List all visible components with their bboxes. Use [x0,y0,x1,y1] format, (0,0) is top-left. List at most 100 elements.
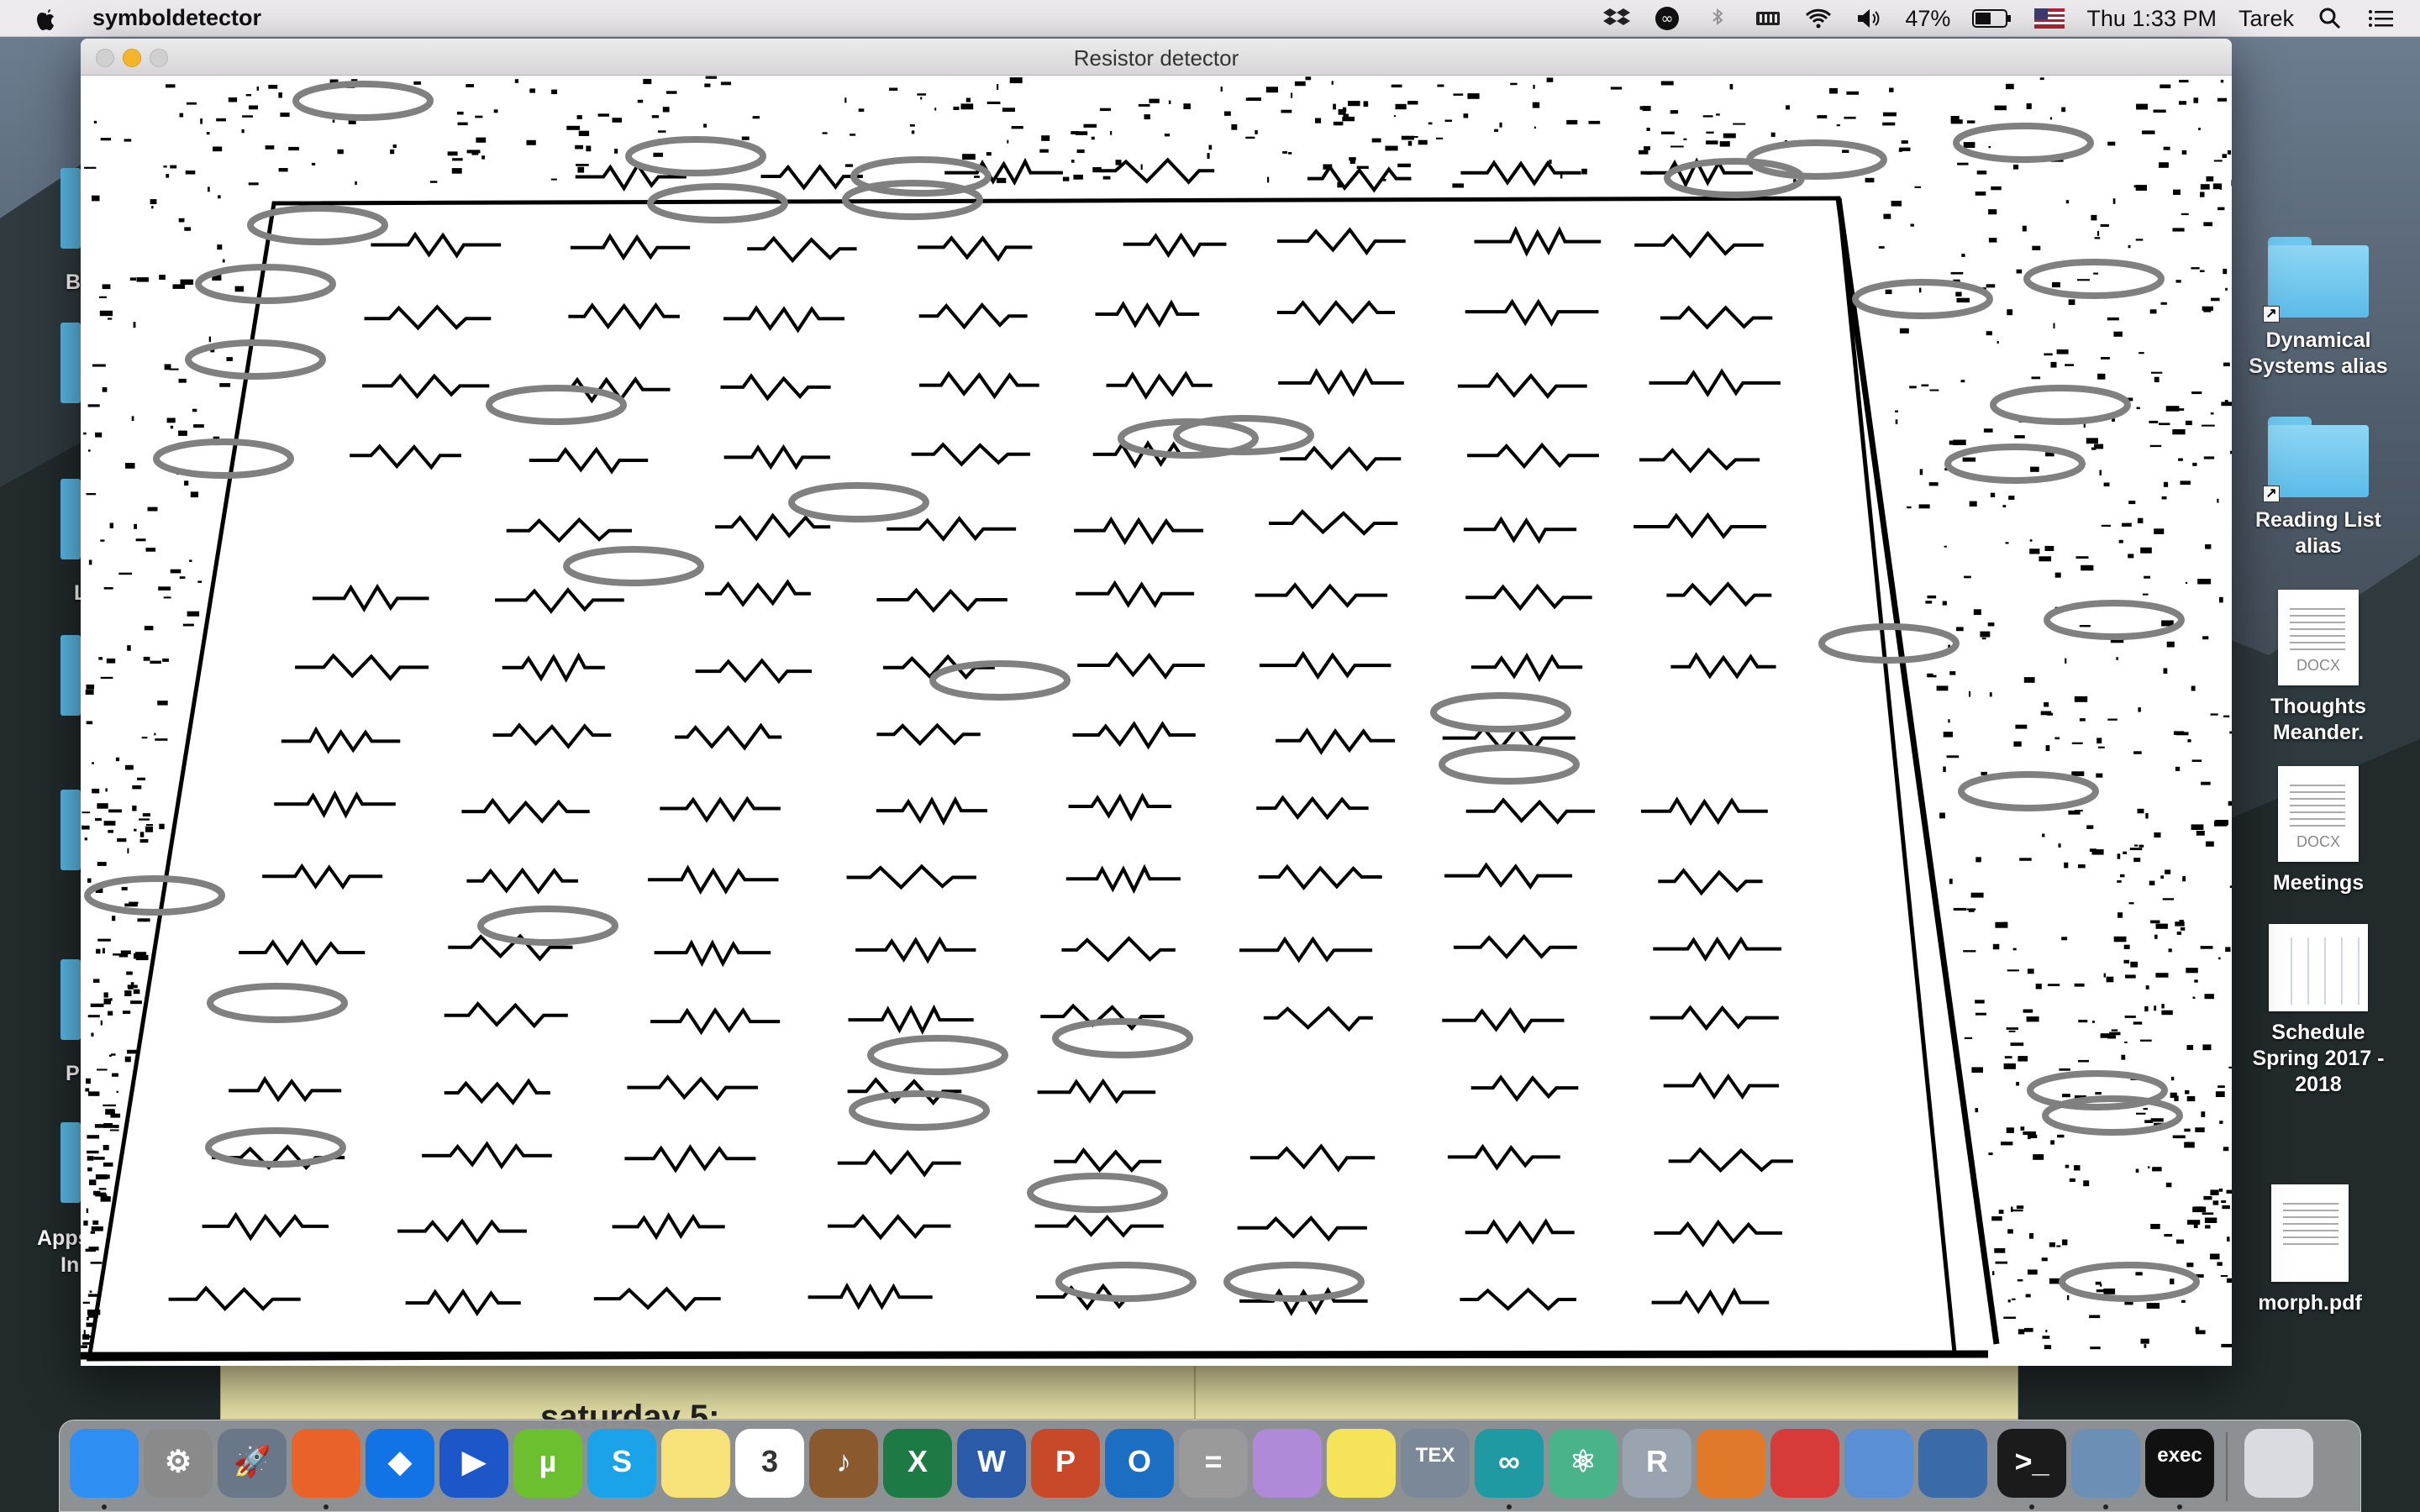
noise-speck [2118,539,2123,543]
powerpoint-icon[interactable]: P [1031,1429,1100,1498]
garageband-icon[interactable]: ♪ [809,1429,878,1498]
matlab-icon[interactable] [1697,1429,1765,1498]
arduino-icon[interactable]: ∞ [1475,1429,1544,1498]
noise-speck [2124,1041,2128,1043]
desktop-item-thoughts[interactable]: DOCX Thoughts Meander. [2238,590,2398,746]
volume-icon[interactable] [1854,6,1883,31]
calendar-icon[interactable]: 3 [735,1429,804,1498]
wifi-icon[interactable] [1804,6,1833,31]
memory-status-icon[interactable] [1754,6,1782,31]
finder-icon[interactable] [70,1429,139,1498]
noise-speck [2004,1056,2012,1059]
noise-speck [2217,207,2225,211]
noise-speck [100,138,112,141]
noise-speck [1946,755,1960,759]
resistor-symbol [1276,300,1396,327]
noise-speck [85,1248,96,1252]
dock-glyph: 🚀 [233,1444,271,1478]
youtube-icon[interactable]: ▶ [439,1429,508,1498]
resistor-detector-window[interactable]: Resistor detector [81,39,2232,1366]
notification-center-icon[interactable] [2366,6,2395,31]
resistor-symbol [1123,232,1227,259]
noise-speck [170,425,174,429]
notes-icon[interactable] [661,1429,730,1498]
partial-folder-icon[interactable] [60,323,81,403]
preview-icon[interactable] [1844,1429,1913,1498]
noise-speck [217,244,223,250]
desktop-item-meetings[interactable]: DOCX Meetings [2238,766,2398,896]
detection-ellipse [292,81,434,121]
noise-speck [2172,228,2185,232]
r-icon[interactable]: R [1623,1429,1691,1498]
noise-speck [575,144,583,150]
noise-speck [2179,101,2186,105]
noise-speck [578,130,590,136]
resistor-symbol [1465,583,1592,612]
system-preferences-icon[interactable]: ⚙ [144,1429,213,1498]
outlook-icon[interactable]: O [1105,1429,1174,1498]
battery-percent[interactable]: 47% [1905,6,1950,32]
noise-speck [89,1290,92,1294]
partial-folder-icon[interactable] [60,635,81,716]
window-titlebar[interactable]: Resistor detector [81,39,2232,76]
infinity-status-icon[interactable]: ∞ [1653,6,1681,31]
desktop-item-reading-list[interactable]: ↗ Reading List alias [2238,417,2398,559]
noise-speck [186,102,197,105]
terminal-icon[interactable]: >_ [1997,1429,2066,1498]
stickies-icon[interactable] [1327,1429,1396,1498]
user-menu[interactable]: Tarek [2238,6,2294,32]
partial-folder-icon[interactable] [60,168,81,249]
dropbox-status-icon[interactable] [1602,6,1631,31]
grapher-icon[interactable] [1253,1429,1322,1498]
input-source-flag-icon[interactable] [2034,8,2065,29]
running-indicator [324,1504,329,1509]
bluetooth-icon[interactable] [1703,6,1732,31]
noise-speck [1371,138,1381,143]
image-capture-icon[interactable] [2071,1429,2140,1498]
resistor-symbol [720,373,831,402]
detection-ellipse [625,136,766,176]
desktop-item-schedule[interactable]: Schedule Spring 2017 - 2018 [2238,924,2398,1098]
noise-speck [2222,154,2227,158]
virtualbox-icon[interactable] [1918,1429,1987,1498]
excel-icon[interactable]: X [883,1429,952,1498]
noise-speck [1144,114,1150,120]
app-menu-name[interactable]: symboldetector [92,5,261,31]
atom-icon[interactable]: ⚛ [1549,1429,1618,1498]
detection-ellipse [486,385,627,425]
partial-folder-icon[interactable] [60,959,81,1040]
trash-icon[interactable] [2244,1429,2313,1498]
noise-speck [95,432,103,438]
noise-speck [1786,105,1790,110]
noise-speck [2160,84,2171,89]
launchpad-icon[interactable]: 🚀 [218,1429,287,1498]
spotlight-search-icon[interactable] [2316,6,2344,31]
word-icon[interactable]: W [957,1429,1026,1498]
partial-folder-icon[interactable] [60,790,81,870]
resistor-symbol [1237,1215,1367,1242]
noise-speck [2182,876,2186,882]
menu-clock[interactable]: Thu 1:33 PM [2086,6,2217,32]
desktop-item-morph-pdf[interactable]: morph.pdf [2230,1184,2390,1316]
apple-menu-icon[interactable] [34,4,59,33]
noise-speck [82,1335,92,1338]
noise-speck [2079,718,2086,722]
firefox-icon[interactable] [292,1429,360,1498]
sketch-icon[interactable] [1770,1429,1839,1498]
noise-speck [83,1221,88,1226]
exec-terminal-icon[interactable]: exec [2145,1429,2214,1498]
desktop-item-dynamical-systems[interactable]: ↗ Dynamical Systems alias [2238,237,2398,380]
noise-speck [551,89,557,95]
battery-icon[interactable] [1972,8,2012,29]
calculator-icon[interactable]: = [1179,1429,1248,1498]
noise-speck [2086,825,2094,829]
dropbox-icon[interactable]: ◆ [366,1429,434,1498]
noise-speck [129,277,136,281]
skype-icon[interactable]: S [587,1429,656,1498]
partial-folder-icon[interactable] [60,479,81,559]
resistor-symbol [1641,796,1768,827]
tex-icon[interactable]: TEX [1401,1429,1470,1498]
partial-folder-icon[interactable] [60,1122,81,1203]
utorrent-icon[interactable]: µ [513,1429,582,1498]
detection-ellipse [1944,444,2086,484]
